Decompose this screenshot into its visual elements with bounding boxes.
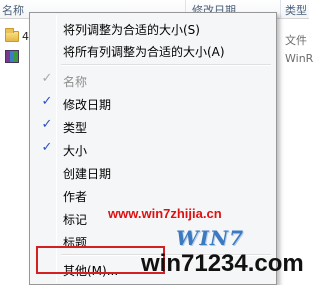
menu-item-column-author[interactable]: 作者	[33, 184, 273, 206]
column-header-type[interactable]: 类型	[285, 2, 307, 18]
menu-item-size-all-columns-to-fit[interactable]: 将所有列调整为合适的大小(A)	[33, 39, 273, 61]
file-type-cell: 文件	[285, 34, 307, 47]
watermark-url: www.win7zhijia.cn	[108, 206, 222, 221]
column-divider[interactable]	[280, 0, 281, 19]
check-icon: ✓	[41, 71, 53, 86]
check-icon: ✓	[41, 94, 53, 109]
menu-item-label: 标记	[63, 213, 88, 227]
menu-item-size-column-to-fit[interactable]: 将列调整为合适的大小(S)	[33, 17, 273, 39]
check-icon: ✓	[41, 117, 53, 132]
menu-item-label: 作者	[63, 190, 88, 204]
menu-item-label: 修改日期	[63, 98, 112, 112]
menu-item-label: 将所有列调整为合适的大小(A)	[63, 45, 225, 59]
menu-item-label: 创建日期	[63, 167, 112, 181]
archive-icon	[5, 50, 19, 63]
menu-item-column-size[interactable]: ✓ 大小	[33, 138, 273, 160]
menu-separator	[61, 64, 271, 66]
column-header-name[interactable]: 名称	[2, 2, 24, 18]
menu-item-column-date-modified[interactable]: ✓ 修改日期	[33, 92, 273, 114]
menu-item-column-date-created[interactable]: 创建日期	[33, 161, 273, 183]
check-icon: ✓	[41, 140, 53, 155]
menu-item-label: 类型	[63, 121, 88, 135]
menu-item-column-type[interactable]: ✓ 类型	[33, 115, 273, 137]
file-row-name-fragment[interactable]: 4	[22, 30, 29, 43]
watermark-logo-text: WIN7	[176, 226, 245, 250]
menu-item-column-name: ✓ 名称	[33, 69, 273, 91]
menu-item-label: 名称	[63, 75, 88, 89]
folder-icon	[5, 28, 19, 42]
watermark-logo: WIN7	[176, 226, 266, 252]
menu-item-label: 大小	[63, 144, 88, 158]
file-type-cell: WinR	[285, 52, 314, 65]
menu-item-label: 将列调整为合适的大小(S)	[63, 23, 200, 37]
watermark-site: win71234.com	[141, 250, 304, 277]
